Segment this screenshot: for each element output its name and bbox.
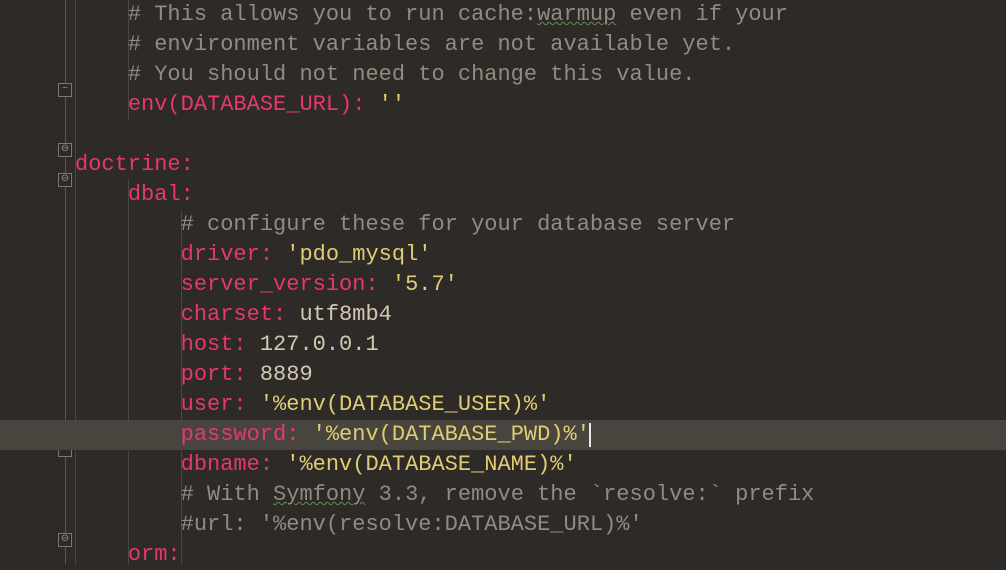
code-line[interactable]: server_version: '5.7' bbox=[75, 270, 1006, 300]
code-line[interactable]: doctrine: bbox=[75, 150, 1006, 180]
text-cursor bbox=[589, 423, 591, 447]
code-line[interactable]: # You should not need to change this val… bbox=[75, 60, 1006, 90]
code-line[interactable]: dbname: '%env(DATABASE_NAME)%' bbox=[75, 450, 1006, 480]
code-line[interactable]: orm: bbox=[75, 540, 1006, 570]
yaml-key: dbal: bbox=[128, 182, 194, 207]
yaml-value: 127.0.0.1 bbox=[260, 332, 379, 357]
code-line[interactable]: env(DATABASE_URL): '' bbox=[75, 90, 1006, 120]
code-line-active[interactable]: password: '%env(DATABASE_PWD)%' bbox=[0, 420, 1006, 450]
code-line[interactable]: dbal: bbox=[75, 180, 1006, 210]
code-line[interactable]: driver: 'pdo_mysql' bbox=[75, 240, 1006, 270]
yaml-key: charset: bbox=[181, 302, 287, 327]
yaml-key: doctrine: bbox=[75, 152, 194, 177]
code-editor[interactable]: # This allows you to run cache:warmup ev… bbox=[75, 0, 1006, 570]
comment-text: # This allows you to run cache:warmup ev… bbox=[128, 2, 788, 27]
code-line[interactable]: #url: '%env(resolve:DATABASE_URL)%' bbox=[75, 510, 1006, 540]
fold-marker-icon[interactable]: ⊖ bbox=[58, 173, 72, 187]
yaml-value: '' bbox=[379, 92, 405, 117]
code-line[interactable]: # With Symfony 3.3, remove the `resolve:… bbox=[75, 480, 1006, 510]
yaml-value: utf8mb4 bbox=[299, 302, 391, 327]
yaml-key: orm: bbox=[128, 542, 181, 567]
yaml-value: '%env(DATABASE_PWD)%' bbox=[313, 422, 590, 447]
yaml-value: '%env(DATABASE_NAME)%' bbox=[286, 452, 576, 477]
editor-gutter[interactable]: − ⊖ ⊖ − ⊖ bbox=[0, 0, 75, 564]
yaml-value: '%env(DATABASE_USER)%' bbox=[260, 392, 550, 417]
yaml-key: env(DATABASE_URL): bbox=[128, 92, 366, 117]
yaml-key: host: bbox=[181, 332, 247, 357]
yaml-key: port: bbox=[181, 362, 247, 387]
yaml-key: password: bbox=[181, 422, 300, 447]
comment-text: #url: '%env(resolve:DATABASE_URL)%' bbox=[181, 512, 643, 537]
fold-marker-icon[interactable]: − bbox=[58, 83, 72, 97]
comment-text: # With Symfony 3.3, remove the `resolve:… bbox=[181, 482, 815, 507]
code-line[interactable]: port: 8889 bbox=[75, 360, 1006, 390]
code-line[interactable] bbox=[75, 120, 1006, 150]
yaml-value: '5.7' bbox=[392, 272, 458, 297]
fold-marker-icon[interactable]: ⊖ bbox=[58, 143, 72, 157]
yaml-key: server_version: bbox=[181, 272, 379, 297]
yaml-key: user: bbox=[181, 392, 247, 417]
code-line[interactable]: # configure these for your database serv… bbox=[75, 210, 1006, 240]
code-line[interactable]: # environment variables are not availabl… bbox=[75, 30, 1006, 60]
fold-marker-icon[interactable]: ⊖ bbox=[58, 533, 72, 547]
code-line[interactable]: user: '%env(DATABASE_USER)%' bbox=[75, 390, 1006, 420]
comment-text: # configure these for your database serv… bbox=[181, 212, 736, 237]
code-line[interactable]: charset: utf8mb4 bbox=[75, 300, 1006, 330]
comment-text: # You should not need to change this val… bbox=[128, 62, 696, 87]
yaml-key: driver: bbox=[181, 242, 273, 267]
comment-text: # environment variables are not availabl… bbox=[128, 32, 735, 57]
yaml-key: dbname: bbox=[181, 452, 273, 477]
code-line[interactable]: # This allows you to run cache:warmup ev… bbox=[75, 0, 1006, 30]
yaml-value: 'pdo_mysql' bbox=[286, 242, 431, 267]
code-line[interactable]: host: 127.0.0.1 bbox=[75, 330, 1006, 360]
yaml-value: 8889 bbox=[260, 362, 313, 387]
